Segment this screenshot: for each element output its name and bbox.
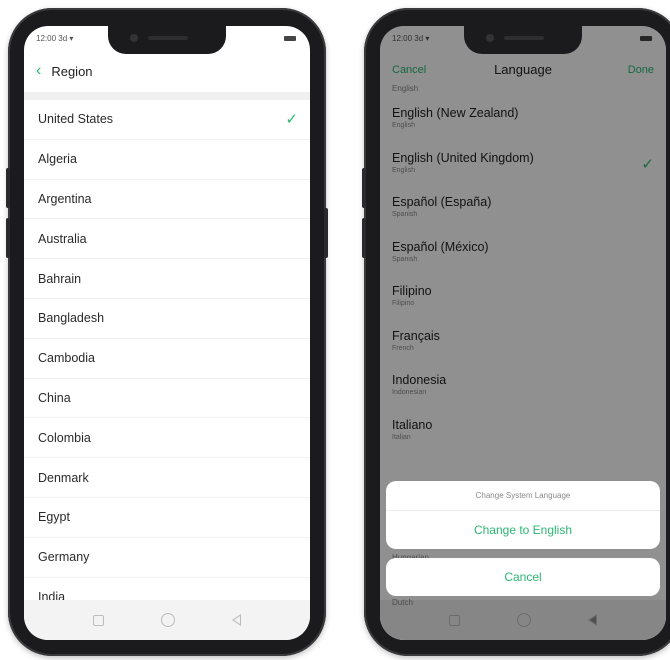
dialog-message: Change System Language xyxy=(386,481,660,511)
volume-button xyxy=(362,168,366,208)
home-icon[interactable] xyxy=(160,613,175,627)
region-label: Denmark xyxy=(38,470,89,485)
status-time: 12:00 3d ▾ xyxy=(36,34,74,43)
region-label: Australia xyxy=(38,231,87,246)
notch xyxy=(108,26,226,54)
page-title: Region xyxy=(51,63,93,79)
power-button xyxy=(324,208,328,258)
list-item[interactable]: Cambodia xyxy=(24,339,310,379)
list-item[interactable]: Germany xyxy=(24,538,310,578)
back-triangle-icon[interactable] xyxy=(232,614,242,626)
region-label: Germany xyxy=(38,550,90,565)
notch xyxy=(464,26,582,54)
list-item[interactable]: Argentina xyxy=(24,180,310,220)
list-item[interactable]: Bahrain xyxy=(24,259,310,299)
volume-button xyxy=(6,218,10,258)
region-label: Cambodia xyxy=(38,351,95,366)
phone-right: 12:00 3d ▾ Cancel Language Done English … xyxy=(362,8,670,656)
screen-language: 12:00 3d ▾ Cancel Language Done English … xyxy=(380,26,666,640)
list-item[interactable]: China xyxy=(24,379,310,419)
checkmark-icon: ✓ xyxy=(285,111,298,129)
list-item[interactable]: Bangladesh xyxy=(24,299,310,339)
chevron-left-icon[interactable]: ‹ xyxy=(36,63,41,79)
list-item[interactable]: United States ✓ xyxy=(24,100,310,140)
header: ‹ Region xyxy=(24,56,310,86)
list-item[interactable]: Denmark xyxy=(24,458,310,498)
list-item[interactable]: Australia xyxy=(24,219,310,260)
region-label: United States xyxy=(38,112,114,127)
navigation-bar xyxy=(24,600,310,640)
region-label: Bahrain xyxy=(38,271,82,286)
stage: 12:00 3d ▾ ‹ Region United States ✓ Algeri… xyxy=(0,0,670,660)
region-label: Colombia xyxy=(38,430,91,445)
change-to-english-button[interactable]: Change to English xyxy=(386,511,660,549)
volume-button xyxy=(6,168,10,208)
list-item[interactable]: Algeria xyxy=(24,140,310,180)
battery-icon xyxy=(284,36,296,41)
volume-button xyxy=(362,218,366,258)
region-label: China xyxy=(38,390,71,405)
divider xyxy=(24,92,310,100)
list-item[interactable]: Egypt xyxy=(24,498,310,538)
region-label: Algeria xyxy=(38,152,77,167)
region-label: Bangladesh xyxy=(38,311,105,326)
recent-apps-icon[interactable] xyxy=(92,614,104,626)
phone-left: 12:00 3d ▾ ‹ Region United States ✓ Algeri… xyxy=(6,8,328,656)
region-label: Egypt xyxy=(38,510,70,525)
region-list: United States ✓ Algeria Argentina Australia B… xyxy=(24,100,310,618)
change-language-dialog: Change System Language Change to English xyxy=(386,481,660,549)
list-item[interactable]: Colombia xyxy=(24,418,310,459)
region-label: Argentina xyxy=(38,191,92,206)
screen-region: 12:00 3d ▾ ‹ Region United States ✓ Algeri… xyxy=(24,26,310,640)
dialog-cancel-button[interactable]: Cancel xyxy=(386,558,660,596)
